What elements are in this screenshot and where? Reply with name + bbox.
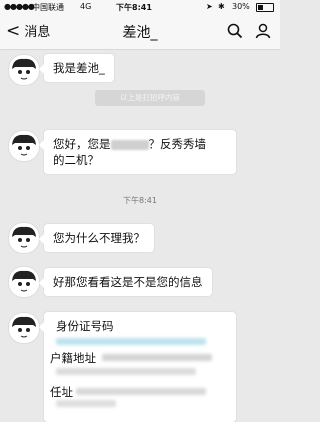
message-text: 我是差池_	[53, 61, 105, 75]
avatar[interactable]	[8, 266, 40, 298]
bluetooth-icon: ✱	[218, 2, 225, 11]
redacted-text	[110, 139, 149, 150]
system-notice: 以上是打招呼内容	[95, 90, 205, 106]
message-bubble[interactable]: 我是差池_	[39, 54, 114, 82]
message-text: 您好，您是	[53, 137, 111, 151]
avatar[interactable]	[8, 312, 40, 344]
signal-dots-icon: ●●●●●	[4, 2, 35, 11]
message-bubble[interactable]: 您好，您是 ？反秀秀墙 的二机？	[39, 130, 236, 174]
chat-header: < 消息 差池_	[0, 15, 280, 50]
message-text: ？反秀秀墙	[148, 137, 207, 151]
profile-icon[interactable]	[255, 23, 271, 43]
avatar[interactable]	[8, 54, 40, 86]
network-label: 4G	[80, 2, 92, 11]
clock: 下午8:41	[116, 3, 152, 12]
redacted-residence-line2	[56, 368, 196, 375]
message-bubble[interactable]: 您为什么不理我？	[39, 224, 154, 252]
timestamp: 下午8:41	[123, 196, 157, 205]
status-bar: ●●●●● 中国联通 4G 下午8:41 ➤ ✱ 30%	[0, 0, 280, 15]
carrier-label: 中国联通	[32, 3, 64, 12]
message-text: 的二机？	[53, 153, 99, 167]
avatar[interactable]	[8, 130, 40, 162]
battery-icon	[256, 3, 274, 12]
message-text: 您为什么不理我？	[53, 231, 145, 245]
search-icon[interactable]	[227, 23, 243, 43]
address-label: 任址	[50, 385, 73, 399]
id-number-label: 身份证号码	[56, 319, 114, 333]
message-bubble[interactable]: 身份证号码 户籍地址 任址	[39, 312, 236, 422]
battery-percent: 30%	[232, 2, 250, 11]
redacted-residence	[102, 354, 212, 361]
chat-area[interactable]: 我是差池_ 以上是打招呼内容 您好，您是 ？反秀秀墙 的二机？ 下午8:41 您为…	[0, 50, 280, 422]
redacted-address	[76, 388, 206, 395]
residence-address-label: 户籍地址	[50, 351, 96, 365]
message-bubble[interactable]: 好那您看看这是不是您的信息	[39, 268, 212, 296]
message-text: 好那您看看这是不是您的信息	[53, 275, 203, 289]
redacted-id-number	[56, 338, 206, 345]
redacted-address-line2	[56, 400, 116, 407]
avatar[interactable]	[8, 222, 40, 254]
location-icon: ➤	[206, 2, 213, 11]
